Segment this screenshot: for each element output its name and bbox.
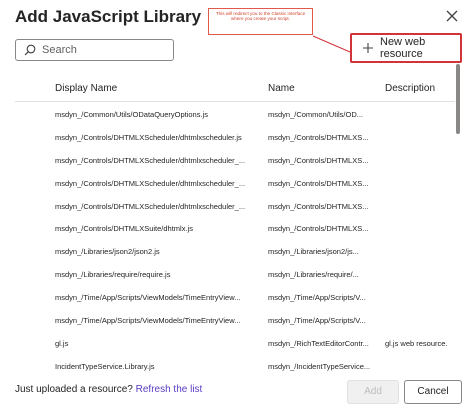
close-button[interactable] (443, 7, 461, 25)
cell-name: msdyn_/Controls/DHTMLXS... (268, 178, 369, 188)
table-row[interactable]: msdyn_/Controls/DHTMLXScheduler/dhtmlxsc… (15, 149, 455, 172)
table-row[interactable]: msdyn_/Controls/DHTMLXScheduler/dhtmlxsc… (15, 172, 455, 195)
cell-display-name: msdyn_/Controls/DHTMLXScheduler/dhtmlxsc… (55, 155, 246, 165)
cell-name: msdyn_/Time/App/Scripts/V... (268, 293, 366, 303)
add-button[interactable]: Add (347, 380, 399, 404)
close-icon (443, 10, 461, 29)
search-box[interactable] (15, 39, 174, 61)
cell-name: msdyn_/Controls/DHTMLXS... (268, 155, 369, 165)
column-header-name[interactable]: Name (268, 83, 295, 94)
cell-name: msdyn_/Libraries/json2/js... (268, 247, 359, 257)
cell-name: msdyn_/IncidentTypeService... (268, 361, 371, 371)
new-web-resource-button[interactable]: New web resource (350, 33, 462, 63)
dialog-title: Add JavaScript Library (15, 7, 202, 26)
table-header: Display Name Name Description (15, 76, 455, 102)
cell-display-name: IncidentTypeService.Library.js (55, 361, 155, 371)
cell-name: msdyn_/Libraries/require/... (268, 270, 359, 280)
cell-display-name: msdyn_/Time/App/Scripts/ViewModels/TimeE… (55, 316, 241, 326)
refresh-list-link[interactable]: Refresh the list (136, 384, 203, 395)
search-icon (24, 44, 36, 56)
table-row[interactable]: msdyn_/Controls/DHTMLXSuite/dhtmlx.js msd… (15, 217, 455, 240)
table-row[interactable]: msdyn_/Controls/DHTMLXScheduler/dhtmlxsc… (15, 195, 455, 218)
add-javascript-library-dialog: Add JavaScript Library This will redirec… (0, 0, 474, 409)
cell-name: msdyn_/Controls/DHTMLXS... (268, 201, 369, 211)
table-row[interactable]: msdyn_/Controls/DHTMLXScheduler/dhtmlxsc… (15, 126, 455, 149)
cell-display-name: msdyn_/Time/App/Scripts/ViewModels/TimeE… (55, 293, 241, 303)
cell-display-name: msdyn_/Libraries/json2/json2.js (55, 247, 160, 257)
cell-name: msdyn_/Common/Utils/OD... (268, 110, 364, 119)
cell-name: msdyn_/Controls/DHTMLXS... (268, 132, 369, 142)
list-scrollbar[interactable] (456, 64, 460, 134)
cell-name: msdyn_/RichTextEditorContr... (268, 338, 369, 348)
table-row[interactable]: msdyn_/Time/App/Scripts/ViewModels/TimeE… (15, 286, 455, 309)
annotation-callout: This will redirect you to the Classic in… (208, 8, 313, 35)
new-web-resource-label: New web resource (380, 36, 426, 60)
table-row[interactable]: gl.js msdyn_/RichTextEditorContr... gl.js … (15, 332, 455, 355)
cell-display-name: msdyn_/Common/Utils/ODataQueryOptions.js (55, 110, 208, 119)
table-row[interactable]: IncidentTypeService.Library.js msdyn_/Inc… (15, 355, 455, 378)
cell-display-name: msdyn_/Controls/DHTMLXSuite/dhtmlx.js (55, 224, 193, 234)
resource-list: msdyn_/Common/Utils/ODataQueryOptions.js… (15, 103, 455, 378)
column-header-display-name[interactable]: Display Name (55, 83, 117, 94)
cell-name: msdyn_/Controls/DHTMLXS... (268, 224, 369, 234)
column-header-description[interactable]: Description (385, 83, 435, 94)
cell-display-name: msdyn_/Controls/DHTMLXScheduler/dhtmlxsc… (55, 201, 246, 211)
cell-description: gl.js web resource. (385, 338, 448, 348)
table-row[interactable]: msdyn_/Common/Utils/ODataQueryOptions.js… (15, 103, 455, 126)
table-row[interactable]: msdyn_/Time/App/Scripts/ViewModels/TimeE… (15, 309, 455, 332)
cell-display-name: msdyn_/Controls/DHTMLXScheduler/dhtmlxsc… (55, 178, 246, 188)
footer-prompt: Just uploaded a resource? Refresh the li… (15, 384, 202, 395)
cell-display-name: msdyn_/Libraries/require/require.js (55, 270, 171, 280)
cancel-button[interactable]: Cancel (404, 380, 462, 404)
footer-prompt-text: Just uploaded a resource? (15, 384, 133, 395)
table-row[interactable]: msdyn_/Libraries/require/require.js msdyn… (15, 263, 455, 286)
table-row[interactable]: msdyn_/Libraries/json2/json2.js msdyn_/Li… (15, 240, 455, 263)
search-input[interactable] (42, 44, 162, 56)
cell-display-name: gl.js (55, 338, 69, 348)
plus-icon (362, 42, 374, 54)
cell-name: msdyn_/Time/App/Scripts/V... (268, 316, 366, 326)
cell-display-name: msdyn_/Controls/DHTMLXScheduler/dhtmlxsc… (55, 132, 242, 142)
